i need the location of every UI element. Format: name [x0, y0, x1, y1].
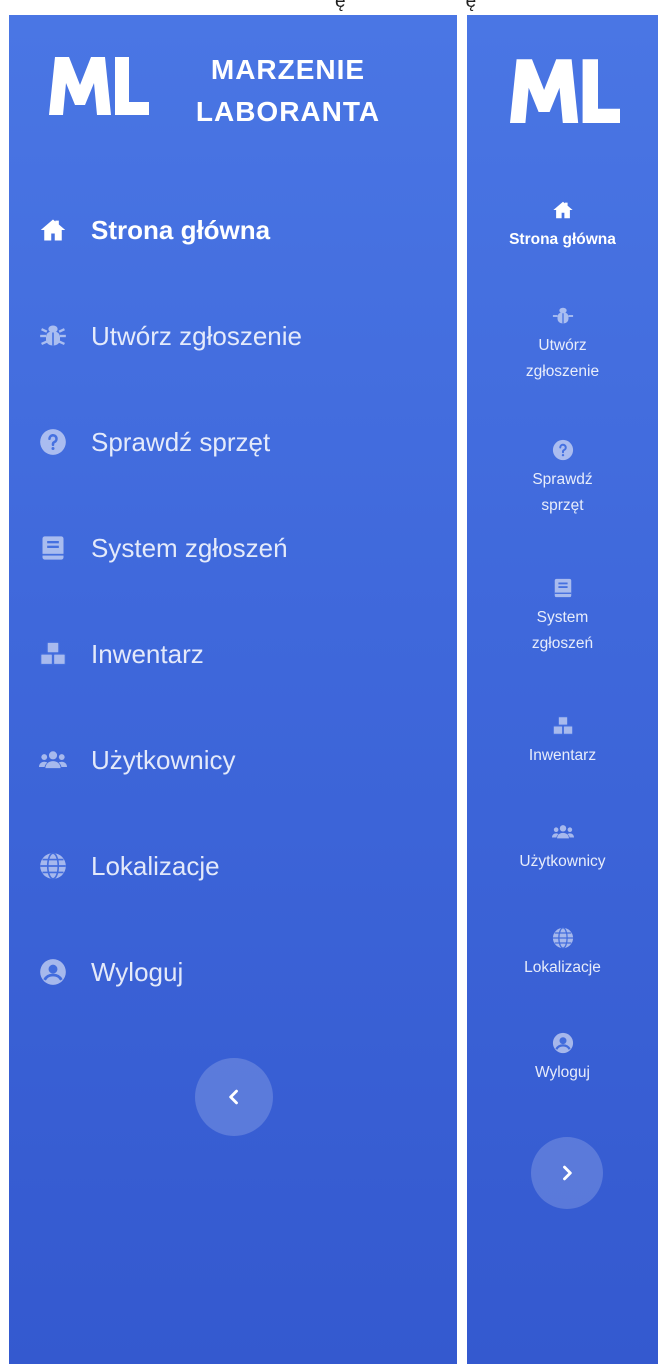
sidebar-item-label: Wyloguj — [91, 956, 184, 987]
brand: MARZENIE LABORANTA — [9, 15, 457, 155]
sidebar-item-label-line2: zgłoszenie — [525, 363, 600, 380]
sidebar-item-label: Inwentarz — [528, 747, 597, 764]
boxes-icon — [39, 640, 67, 668]
sidebar-item-label: Utwórz zgłoszenie — [91, 320, 302, 351]
user-circle-icon — [39, 958, 67, 986]
chevron-right-icon — [563, 1165, 572, 1181]
brand-name-line1: MARZENIE — [210, 54, 366, 85]
book-icon — [552, 577, 574, 599]
sidebar-item-create[interactable]: Utwórz zgłoszenie — [9, 283, 457, 389]
logo[interactable] — [49, 55, 149, 115]
sidebar-item-logout[interactable]: Wyloguj — [9, 919, 457, 1025]
sidebar-item-home[interactable]: Strona główna — [467, 199, 658, 253]
boxes-icon — [552, 715, 574, 737]
book-icon — [39, 534, 67, 562]
top-fragment-right: ę — [465, 0, 477, 12]
sidebar-item-label: Wyloguj — [535, 1064, 590, 1081]
sidebar-item-check[interactable]: Sprawdź sprzęt — [9, 389, 457, 495]
sidebar-item-tickets[interactable]: System zgłoszeń — [9, 495, 457, 601]
top-fragment-left: ę — [335, 0, 346, 12]
sidebar-item-tickets[interactable]: System zgłoszeń — [467, 577, 658, 657]
sidebar-item-users[interactable]: Użytkownicy — [9, 707, 457, 813]
sidebar-item-locations[interactable]: Lokalizacje — [467, 927, 658, 981]
bug-icon — [552, 305, 574, 327]
bug-icon — [39, 322, 67, 350]
question-circle-icon — [552, 439, 574, 461]
sidebar-item-label: Lokalizacje — [91, 850, 220, 881]
brand-name: MARZENIE LABORANTA — [173, 49, 403, 133]
sidebar-item-home[interactable]: Strona główna — [9, 177, 457, 283]
sidebar-item-users[interactable]: Użytkownicy — [467, 821, 658, 875]
brand-name-line2: LABORANTA — [195, 96, 381, 127]
globe-icon — [552, 927, 574, 949]
question-circle-icon — [39, 428, 67, 456]
sidebar-item-check[interactable]: Sprawdź sprzęt — [467, 439, 658, 519]
sidebar-collapsed: Strona główna Utwórz zgłoszenie Sprawdź … — [467, 15, 658, 1364]
sidebar-item-label: Lokalizacje — [524, 959, 601, 976]
sidebar-item-label: System zgłoszeń — [91, 532, 288, 563]
top-cropped-text: ęę — [335, 0, 665, 13]
sidebar-item-label: Strona główna — [91, 214, 271, 245]
sidebar-item-inventory[interactable]: Inwentarz — [467, 715, 658, 769]
sidebar-item-label: Strona główna — [509, 231, 616, 248]
sidebar-item-locations[interactable]: Lokalizacje — [9, 813, 457, 919]
home-icon — [39, 216, 67, 244]
sidebar-item-logout[interactable]: Wyloguj — [467, 1032, 658, 1086]
sidebar-item-label: Użytkownicy — [519, 853, 606, 870]
sidebar-nav: Strona główna Utwórz zgłoszenie Sprawdź … — [9, 177, 457, 1025]
chevron-left-icon — [229, 1089, 238, 1105]
users-icon — [39, 746, 67, 774]
logo-collapsed[interactable] — [510, 55, 620, 125]
sidebar-item-create[interactable]: Utwórz zgłoszenie — [467, 305, 658, 385]
user-circle-icon — [552, 1032, 574, 1054]
sidebar-item-label: Sprawdź sprzęt — [91, 426, 271, 457]
sidebar-item-inventory[interactable]: Inwentarz — [9, 601, 457, 707]
sidebar-item-label-line1: Sprawdź — [532, 471, 593, 488]
sidebar-item-label: Inwentarz — [91, 638, 204, 669]
users-icon — [551, 821, 574, 843]
sidebar-item-label-line2: sprzęt — [541, 497, 584, 514]
sidebar-item-label: Użytkownicy — [91, 744, 236, 775]
sidebar-item-label-line1: Utwórz — [538, 337, 587, 354]
sidebar-item-label-line2: zgłoszeń — [531, 635, 594, 652]
sidebar-item-label-line1: System — [536, 609, 589, 626]
home-icon — [552, 199, 574, 221]
globe-icon — [39, 852, 67, 880]
sidebar-expanded: MARZENIE LABORANTA Strona główna Utwórz … — [9, 15, 457, 1364]
expand-sidebar-button[interactable] — [531, 1137, 603, 1209]
collapse-sidebar-button[interactable] — [195, 1058, 273, 1136]
